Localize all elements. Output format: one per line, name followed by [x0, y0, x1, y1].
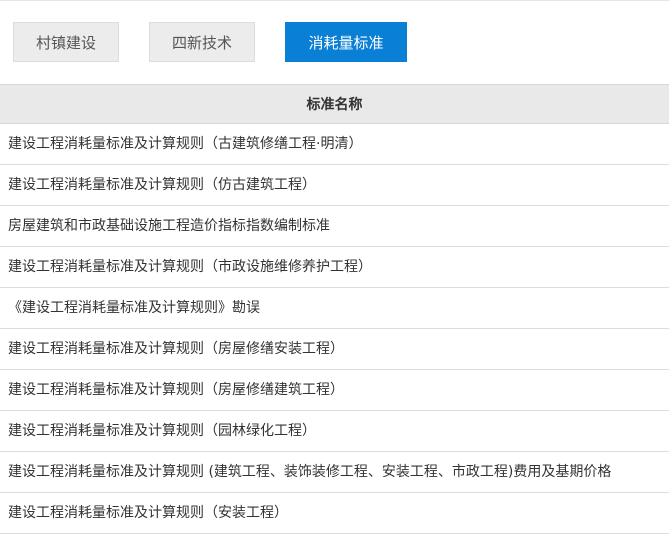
column-header-standard-name: 标准名称 [0, 84, 669, 124]
row-title: 建设工程消耗量标准及计算规则 (建筑工程、装饰装修工程、安装工程、市政工程)费用… [8, 464, 612, 480]
table-row[interactable]: 建设工程消耗量标准及计算规则（仿古建筑工程） [0, 165, 669, 206]
row-title: 《建设工程消耗量标准及计算规则》勘误 [8, 300, 260, 316]
table-row[interactable]: 建设工程消耗量标准及计算规则（市政设施维修养护工程） [0, 247, 669, 288]
row-title: 建设工程消耗量标准及计算规则（房屋修缮安装工程） [8, 341, 344, 357]
row-title: 建设工程消耗量标准及计算规则（市政设施维修养护工程） [8, 259, 372, 275]
table-row[interactable]: 建设工程消耗量标准及计算规则（古建筑修缮工程·明清） [0, 124, 669, 165]
table-row[interactable]: 建设工程消耗量标准及计算规则（安装工程） [0, 493, 669, 534]
table-row[interactable]: 建设工程消耗量标准及计算规则（房屋修缮安装工程） [0, 329, 669, 370]
row-title: 建设工程消耗量标准及计算规则（园林绿化工程） [8, 423, 316, 439]
top-divider [0, 0, 669, 1]
table-row[interactable]: 《建设工程消耗量标准及计算规则》勘误 [0, 288, 669, 329]
tab-consumption-standards[interactable]: 消耗量标准 [285, 22, 407, 62]
row-title: 建设工程消耗量标准及计算规则（仿古建筑工程） [8, 177, 316, 193]
row-title: 建设工程消耗量标准及计算规则（安装工程） [8, 505, 288, 521]
table-row[interactable]: 房屋建筑和市政基础设施工程造价指标指数编制标准 [0, 206, 669, 247]
row-title: 建设工程消耗量标准及计算规则（古建筑修缮工程·明清） [8, 136, 363, 152]
table-row[interactable]: 建设工程消耗量标准及计算规则（园林绿化工程） [0, 411, 669, 452]
row-title: 房屋建筑和市政基础设施工程造价指标指数编制标准 [8, 218, 330, 234]
row-title: 建设工程消耗量标准及计算规则（房屋修缮建筑工程） [8, 382, 344, 398]
table-row[interactable]: 建设工程消耗量标准及计算规则 (建筑工程、装饰装修工程、安装工程、市政工程)费用… [0, 452, 669, 493]
standards-table: 标准名称 建设工程消耗量标准及计算规则（古建筑修缮工程·明清） 建设工程消耗量标… [0, 84, 669, 534]
tab-new-technology[interactable]: 四新技术 [149, 22, 255, 62]
table-row[interactable]: 建设工程消耗量标准及计算规则（房屋修缮建筑工程） [0, 370, 669, 411]
tab-village-construction[interactable]: 村镇建设 [13, 22, 119, 62]
